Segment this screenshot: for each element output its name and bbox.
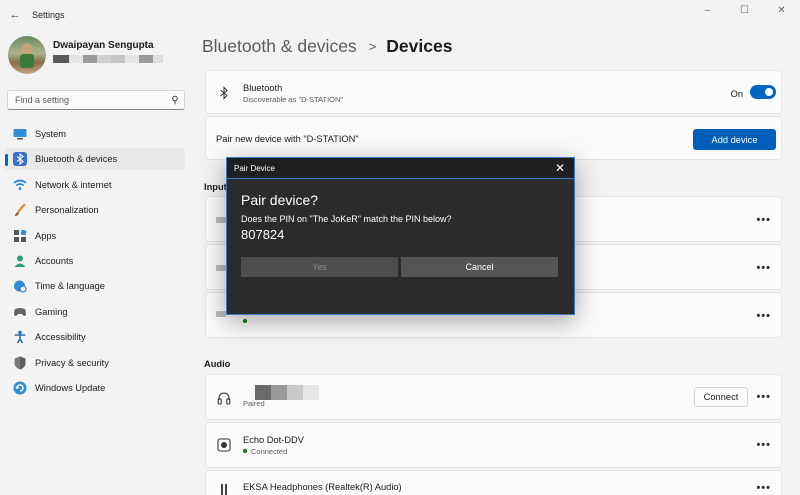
bluetooth-subtitle: Discoverable as "D-STATION": [243, 95, 344, 104]
more-options-button[interactable]: •••: [756, 482, 771, 494]
dialog-heading: Pair device?: [241, 192, 319, 208]
sidebar: Dwaipayan Sengupta ⚲ System Bluetooth & …: [0, 30, 192, 495]
sidebar-item-gaming[interactable]: Gaming: [5, 301, 185, 323]
device-icon: [216, 217, 226, 223]
cancel-button[interactable]: Cancel: [401, 257, 558, 277]
dialog-question: Does the PIN on "The JoKeR" match the PI…: [241, 214, 452, 224]
sidebar-item-personalization[interactable]: Personalization: [5, 199, 185, 221]
sidebar-item-label: Windows Update: [35, 382, 106, 393]
pair-device-dialog: Pair Device ✕ Pair device? Does the PIN …: [226, 157, 575, 315]
close-icon[interactable]: ✕: [763, 0, 800, 20]
sidebar-item-label: Personalization: [35, 205, 99, 216]
bluetooth-toggle[interactable]: [750, 85, 776, 99]
avatar: [8, 36, 46, 74]
headphones-icon: [216, 481, 232, 495]
bluetooth-card: Bluetooth Discoverable as "D-STATION" On: [205, 70, 782, 114]
sidebar-item-privacy-security[interactable]: Privacy & security: [5, 352, 185, 374]
window-controls: – ☐ ✕: [689, 0, 800, 24]
connected-dot: [243, 449, 247, 453]
accessibility-icon: [13, 330, 27, 344]
close-icon[interactable]: ✕: [555, 161, 565, 175]
monitor-icon: [13, 127, 27, 141]
pin-code: 807824: [241, 227, 285, 242]
apps-icon: [13, 229, 27, 243]
sidebar-item-label: Time & language: [35, 281, 105, 292]
device-name-redacted: [255, 385, 319, 400]
more-options-button[interactable]: •••: [756, 310, 771, 322]
globe-clock-icon: [13, 279, 27, 293]
bluetooth-icon: [13, 152, 27, 167]
sidebar-item-apps[interactable]: Apps: [5, 225, 185, 247]
search-box[interactable]: ⚲: [7, 90, 185, 110]
sidebar-item-label: Privacy & security: [35, 357, 109, 368]
profile-email-redacted: [53, 55, 163, 63]
headphones-icon: [216, 390, 232, 406]
dialog-title: Pair Device: [234, 164, 275, 173]
back-arrow-icon[interactable]: ←: [4, 9, 26, 21]
device-name: Echo Dot-DDV: [243, 435, 304, 445]
shield-icon: [13, 356, 27, 370]
dialog-title-bar: Pair Device ✕: [227, 158, 574, 179]
sidebar-item-network-internet[interactable]: Network & internet: [5, 174, 185, 196]
app-title: Settings: [32, 10, 65, 20]
brush-icon: [13, 203, 27, 217]
sidebar-nav: System Bluetooth & devices Network & int…: [5, 123, 185, 402]
breadcrumb: Bluetooth & devices > Devices: [202, 36, 452, 57]
page-title: Devices: [386, 36, 453, 56]
sidebar-item-bluetooth-devices[interactable]: Bluetooth & devices: [5, 148, 185, 171]
device-status: Connected: [251, 447, 288, 456]
sidebar-item-label: Network & internet: [35, 179, 112, 190]
device-row[interactable]: EKSA Headphones (Realtek(R) Audio) •••: [205, 470, 782, 495]
breadcrumb-parent[interactable]: Bluetooth & devices: [202, 36, 357, 57]
device-icon: [216, 265, 226, 271]
sidebar-item-label: Bluetooth & devices: [35, 154, 118, 165]
add-device-button[interactable]: Add device: [693, 129, 776, 150]
status-dot: [243, 319, 247, 323]
sidebar-item-label: Accessibility: [35, 332, 86, 343]
more-options-button[interactable]: •••: [756, 214, 771, 226]
yes-button[interactable]: Yes: [241, 257, 398, 277]
more-options-button[interactable]: •••: [756, 262, 771, 274]
section-header-audio: Audio: [204, 359, 231, 369]
speaker-icon: [216, 437, 232, 453]
sidebar-item-accessibility[interactable]: Accessibility: [5, 326, 185, 348]
sidebar-item-label: Accounts: [35, 255, 74, 266]
device-row[interactable]: Paired Connect •••: [205, 374, 782, 420]
sidebar-item-label: Gaming: [35, 306, 68, 317]
search-icon[interactable]: ⚲: [166, 95, 184, 106]
device-icon: [216, 311, 226, 317]
sidebar-item-time-language[interactable]: Time & language: [5, 275, 185, 297]
title-bar: ← Settings: [0, 0, 800, 30]
pair-device-card: Pair new device with "D-STATION" Add dev…: [205, 116, 782, 160]
gamepad-icon: [13, 305, 27, 319]
toggle-state-label: On: [730, 89, 743, 99]
profile-name: Dwaipayan Sengupta: [53, 40, 154, 51]
more-options-button[interactable]: •••: [756, 391, 771, 403]
bluetooth-title: Bluetooth: [243, 83, 283, 93]
sidebar-item-system[interactable]: System: [5, 123, 185, 145]
user-profile[interactable]: Dwaipayan Sengupta: [8, 36, 188, 76]
device-name: EKSA Headphones (Realtek(R) Audio): [243, 482, 402, 492]
minimize-icon[interactable]: –: [689, 0, 726, 20]
device-status: Paired: [243, 399, 265, 408]
search-input[interactable]: [8, 95, 166, 105]
sidebar-item-label: Apps: [35, 230, 57, 241]
connect-button[interactable]: Connect: [694, 387, 748, 407]
sidebar-item-windows-update[interactable]: Windows Update: [5, 377, 185, 399]
more-options-button[interactable]: •••: [756, 439, 771, 451]
wifi-icon: [13, 178, 27, 192]
chevron-right-icon: >: [368, 39, 377, 54]
sidebar-item-accounts[interactable]: Accounts: [5, 250, 185, 272]
sidebar-item-label: System: [35, 129, 66, 139]
bluetooth-icon: [216, 85, 232, 101]
device-row[interactable]: Echo Dot-DDV Connected •••: [205, 422, 782, 468]
update-icon: [13, 381, 27, 395]
person-icon: [13, 254, 27, 268]
maximize-icon[interactable]: ☐: [726, 0, 763, 20]
pair-device-label: Pair new device with "D-STATION": [216, 134, 359, 144]
section-header-input: Input: [204, 182, 227, 192]
